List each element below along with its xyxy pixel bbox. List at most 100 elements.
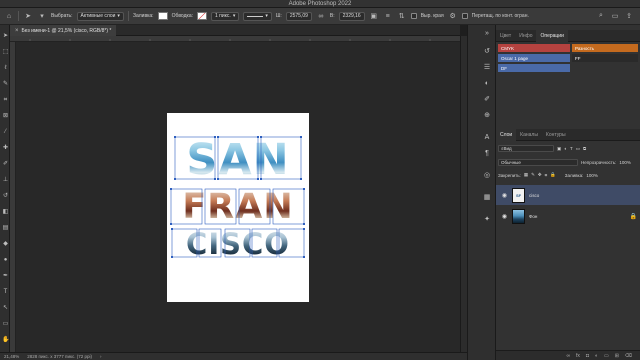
opacity-value[interactable]: 100%: [619, 160, 631, 165]
trash-icon[interactable]: ⌫: [625, 353, 632, 359]
shape-tool-icon[interactable]: ▭: [2, 321, 9, 328]
crop-tool-icon[interactable]: ⌗: [2, 97, 9, 104]
share-icon[interactable]: ⇪: [624, 11, 634, 21]
character-icon[interactable]: A: [482, 133, 492, 143]
stroke-width-field[interactable]: 1 пикс. ▾: [211, 11, 240, 21]
path-ops-icon[interactable]: ▣: [369, 11, 379, 21]
stamp-tool-icon[interactable]: ⊥: [2, 177, 9, 184]
layer-thumbnail: [512, 208, 525, 224]
lock-move-icon[interactable]: ✥: [538, 172, 542, 178]
fill-label: Заливка:: [132, 13, 154, 19]
eye-icon[interactable]: ◉: [501, 192, 508, 199]
path-align-icon[interactable]: ≡: [383, 11, 393, 21]
fx-icon[interactable]: fx: [576, 353, 580, 359]
fill-value[interactable]: 100%: [586, 173, 598, 178]
dodge-tool-icon[interactable]: ●: [2, 257, 9, 264]
gradient-tool-icon[interactable]: ▤: [2, 225, 9, 232]
action-oscar[interactable]: Oscar 1 page: [498, 54, 570, 62]
styles-icon[interactable]: ✦: [482, 215, 492, 225]
fill-swatch[interactable]: [157, 12, 168, 20]
lasso-tool-icon[interactable]: ℓ: [2, 65, 9, 72]
frame-tool-icon[interactable]: ⊠: [2, 113, 9, 120]
tab-paths[interactable]: Контуры: [542, 129, 570, 141]
eraser-tool-icon[interactable]: ◧: [2, 209, 9, 216]
tab-info[interactable]: Инфо: [515, 30, 536, 42]
filter-adjust-icon[interactable]: ◐: [564, 146, 567, 151]
lock-all-icon[interactable]: 🔒: [550, 172, 556, 178]
action-cmyk[interactable]: CMYK: [498, 44, 570, 52]
type-tool-icon[interactable]: T: [2, 289, 9, 296]
marquee-tool-icon[interactable]: ⬚: [2, 49, 9, 56]
layer-background[interactable]: ◉ Фон 🔒: [496, 206, 640, 226]
chevron-right-icon[interactable]: ›: [100, 354, 102, 359]
constrain-checkbox[interactable]: [461, 13, 468, 19]
action-difference[interactable]: Разность: [572, 44, 638, 52]
height-label: В:: [329, 13, 335, 19]
zoom-level[interactable]: 21,48%: [4, 354, 19, 359]
vertical-scrollbar[interactable]: [460, 36, 467, 352]
document-canvas[interactable]: SAN FRAN CISCO: [167, 113, 309, 302]
glyphs-icon[interactable]: ◎: [482, 171, 492, 181]
stroke-swatch[interactable]: [197, 12, 207, 20]
filter-shape-icon[interactable]: ▭: [576, 146, 580, 152]
new-layer-icon[interactable]: ⊞: [615, 353, 619, 359]
adjustment-layer-icon[interactable]: ◐: [595, 353, 598, 359]
lock-pixels-icon[interactable]: ▦: [524, 172, 528, 178]
tab-channels[interactable]: Каналы: [516, 129, 542, 141]
top-panel-tabs: Цвет Инфо Операции: [496, 29, 640, 42]
history-brush-tool-icon[interactable]: ↺: [2, 193, 9, 200]
align-edges-checkbox[interactable]: [410, 13, 417, 19]
link-layers-icon[interactable]: ∞: [566, 353, 570, 359]
tab-color[interactable]: Цвет: [496, 30, 515, 42]
filter-smart-icon[interactable]: ⧉: [583, 146, 586, 151]
layer-thumbnail: SF: [512, 187, 525, 203]
eyedropper-tool-icon[interactable]: ⁄: [2, 129, 9, 136]
mask-icon[interactable]: ◘: [586, 353, 589, 359]
lock-artboard-icon[interactable]: ⌗: [545, 173, 548, 178]
kind-filter-dropdown[interactable]: ⌕ Вид: [498, 145, 554, 152]
home-icon[interactable]: ⌂: [4, 11, 14, 21]
link-icon[interactable]: ∞: [316, 11, 326, 21]
select-mode-dropdown[interactable]: Активные слои ▾: [76, 11, 124, 21]
gear-icon[interactable]: ⚙: [448, 11, 458, 21]
blend-mode-dropdown[interactable]: Обычные: [498, 159, 578, 166]
eye-icon[interactable]: ◉: [501, 213, 508, 220]
libraries-icon[interactable]: ▦: [482, 193, 492, 203]
document-tab[interactable]: × Без имени-1 @ 21,5% (cisco, RGB/8*) *: [10, 25, 117, 36]
hand-tool-icon[interactable]: ✋: [2, 337, 9, 344]
adjustments-icon[interactable]: ◐: [482, 79, 492, 89]
brushes-icon[interactable]: ✐: [482, 95, 492, 105]
blur-tool-icon[interactable]: ◆: [2, 241, 9, 248]
move-tool-icon[interactable]: ➤: [2, 33, 9, 40]
clone-source-icon[interactable]: ⊕: [482, 111, 492, 121]
stroke-type-dropdown[interactable]: ▾: [243, 11, 272, 21]
action-ff[interactable]: FF: [572, 54, 638, 62]
layer-cisco[interactable]: ◉ SF cisco: [496, 185, 640, 205]
path-select-tool-icon[interactable]: ↖: [2, 305, 9, 312]
workspace-icon[interactable]: ▭: [610, 11, 620, 21]
paragraph-icon[interactable]: ¶: [482, 149, 492, 159]
filter-type-icon[interactable]: T: [570, 146, 573, 151]
healing-brush-tool-icon[interactable]: ✚: [2, 145, 9, 152]
collapse-icon[interactable]: »: [482, 29, 492, 39]
right-panel: Цвет Инфо Операции CMYK Разность Oscar 1…: [496, 25, 640, 360]
width-field[interactable]: 2575,09: [285, 11, 312, 21]
kind-filter-value: Вид: [503, 146, 512, 151]
move-tool-icon[interactable]: ➤: [23, 11, 33, 21]
tab-layers[interactable]: Слои: [496, 128, 517, 141]
close-icon[interactable]: ×: [15, 28, 19, 34]
search-icon[interactable]: ⌕: [596, 11, 606, 21]
pen-tool-icon[interactable]: ✒: [2, 273, 9, 280]
height-field[interactable]: 2329,16: [338, 11, 365, 21]
lock-paint-icon[interactable]: ✎: [531, 172, 535, 178]
history-icon[interactable]: ↺: [482, 47, 492, 57]
tab-actions[interactable]: Операции: [536, 29, 568, 42]
filter-pixel-icon[interactable]: ▣: [557, 146, 561, 152]
quick-select-tool-icon[interactable]: ✎: [2, 81, 9, 88]
brush-tool-icon[interactable]: ✐: [2, 161, 9, 168]
properties-icon[interactable]: ☰: [482, 63, 492, 73]
action-df[interactable]: DF: [498, 64, 570, 72]
chevron-down-icon[interactable]: ▾: [37, 11, 47, 21]
path-arrange-icon[interactable]: ⇅: [397, 11, 407, 21]
group-icon[interactable]: ▭: [604, 353, 609, 359]
